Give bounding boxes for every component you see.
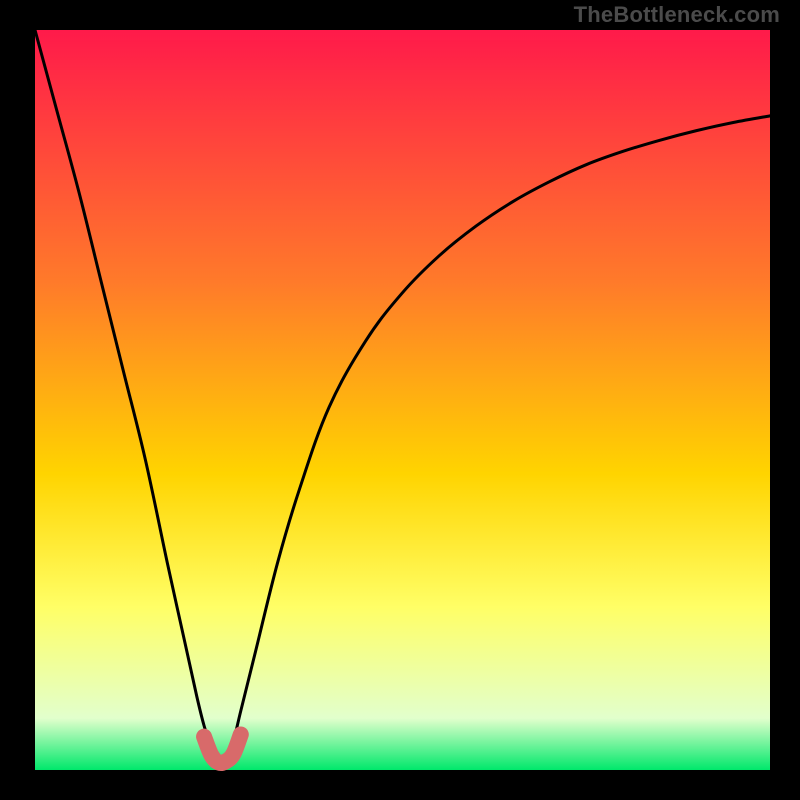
trough-marker (204, 734, 241, 763)
chart-svg (0, 0, 800, 800)
frame: TheBottleneck.com (0, 0, 800, 800)
watermark-text: TheBottleneck.com (574, 2, 780, 28)
bottleneck-curve (35, 30, 770, 763)
